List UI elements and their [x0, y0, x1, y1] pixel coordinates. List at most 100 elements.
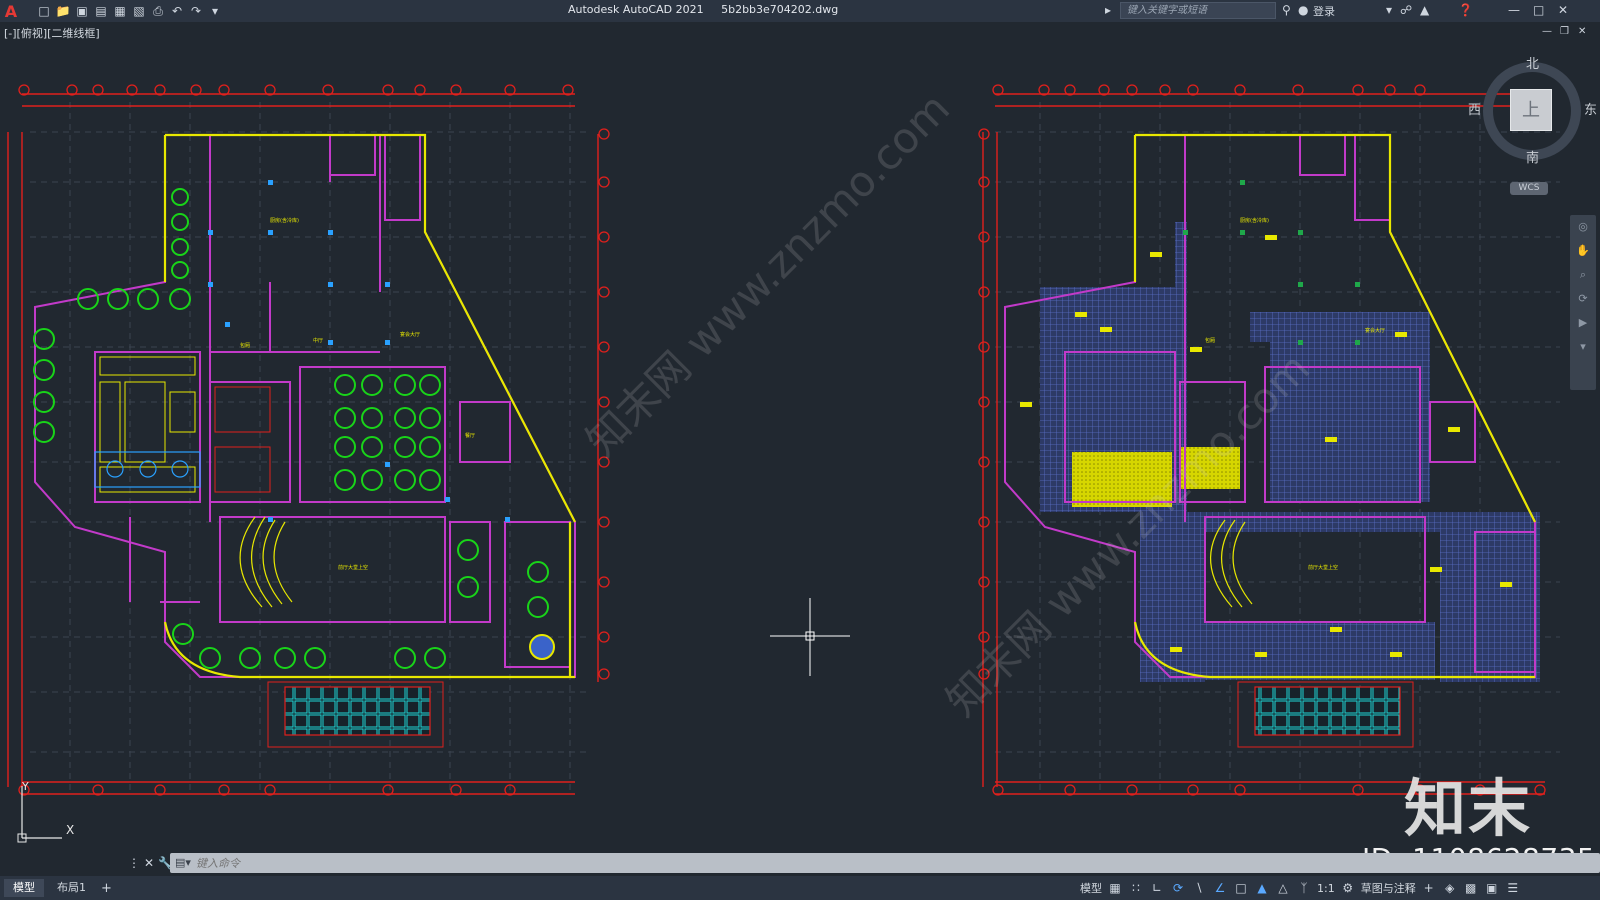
print-icon[interactable]: ⎙ [150, 3, 166, 19]
ucs-x-label: X [66, 823, 74, 837]
user-icon[interactable]: ● [1298, 3, 1308, 17]
isolate-objects-icon[interactable]: ◈ [1442, 880, 1458, 896]
add-layout-icon[interactable]: + [101, 881, 112, 896]
left-canopy-grid [284, 686, 431, 736]
status-bar: 模型 布局1 + 模型 ▦ ∷ ∟ ⟳ ∖ ∠ □ ▲ △ ᛉ 1:1 ⚙ 草图… [0, 876, 1600, 900]
plot-preview-icon[interactable]: ▦ [112, 3, 128, 19]
cart-icon[interactable]: ☍ [1400, 3, 1412, 17]
orbit-icon[interactable]: ⟳ [1570, 287, 1596, 311]
file-name: 5b2bb3e704202.dwg [721, 3, 839, 16]
crosshair-cursor [770, 598, 850, 676]
doc-minimize-icon[interactable]: — [1542, 26, 1552, 37]
left-large-round-table [529, 634, 555, 660]
compass-east[interactable]: 东 [1584, 99, 1597, 118]
a360-icon[interactable]: ▲ [1420, 3, 1429, 17]
search-icon[interactable]: ⚲ [1282, 3, 1291, 17]
right-label-lobby: 前厅大堂上空 [1308, 564, 1338, 571]
clean-screen-icon[interactable]: ▣ [1484, 880, 1500, 896]
help-search-input[interactable]: 键入关键字或短语 [1120, 2, 1276, 19]
help-icon[interactable]: ❓ [1458, 3, 1473, 17]
tab-layout1[interactable]: 布局1 [48, 879, 95, 897]
add-icon[interactable]: + [1421, 880, 1437, 896]
customization-menu-icon[interactable]: ☰ [1505, 880, 1521, 896]
polar-tracking-icon[interactable]: ⟳ [1170, 880, 1186, 896]
save-icon[interactable]: ▣ [74, 3, 90, 19]
compass-south[interactable]: 南 [1526, 147, 1539, 166]
object-snap-tracking-icon[interactable]: ∠ [1212, 880, 1228, 896]
doc-close-icon[interactable]: ✕ [1578, 26, 1586, 37]
command-line-icons: ⋮ ✕ 🔧 [124, 856, 173, 870]
left-label-kitchen: 厨房(含冷库) [270, 217, 299, 224]
zoom-icon[interactable]: ⌕ [1570, 263, 1596, 287]
workspace-gear-icon[interactable]: ⚙ [1340, 880, 1356, 896]
auto-scale-icon[interactable]: △ [1275, 880, 1291, 896]
infer-constraints-icon[interactable]: ∟ [1149, 880, 1165, 896]
command-close-icon[interactable]: ✕ [144, 856, 154, 870]
annotation-scale-value[interactable]: 1:1 [1317, 882, 1335, 895]
right-label-banquet: 宴会大厅 [1365, 327, 1385, 334]
doc-restore-icon[interactable]: ❐ [1560, 26, 1569, 37]
left-label-hall: 中厅 [313, 337, 323, 344]
right-grand-stair [1209, 519, 1253, 608]
publish-icon[interactable]: ▧ [131, 3, 147, 19]
autocad-window: A □ 📁 ▣ ▤ ▦ ▧ ⎙ ↶ ↷ ▾ Autodesk AutoCAD 2… [0, 0, 1600, 900]
command-history-icon[interactable]: ▤▾ [170, 853, 196, 873]
maximize-icon[interactable]: □ [1533, 3, 1544, 17]
ucs-icon: Y X [17, 780, 74, 843]
isodraft-icon[interactable]: ∖ [1191, 880, 1207, 896]
command-input[interactable] [196, 856, 1296, 870]
new-icon[interactable]: □ [36, 3, 52, 19]
nav-menu-icon[interactable]: ▾ [1570, 335, 1596, 359]
annotation-scale-icon[interactable]: ᛉ [1296, 880, 1312, 896]
left-kitchen-equipment [94, 451, 201, 488]
close-icon[interactable]: ✕ [1558, 3, 1568, 17]
window-title: Autodesk AutoCAD 2021 5b2bb3e704202.dwg [568, 3, 852, 16]
quick-access-toolbar: □ 📁 ▣ ▤ ▦ ▧ ⎙ ↶ ↷ ▾ [36, 3, 223, 19]
object-snap-icon[interactable]: □ [1233, 880, 1249, 896]
left-label-banquet: 宴会大厅 [400, 331, 420, 338]
compass-north[interactable]: 北 [1526, 53, 1539, 72]
command-box: ▤▾ [170, 853, 1600, 873]
left-walls [34, 134, 576, 678]
minimize-icon[interactable]: — [1508, 3, 1520, 17]
wcs-menu[interactable]: WCS [1510, 182, 1548, 195]
drawing-canvas[interactable]: 厨房(含冷库) 宴会大厅 中厅 前厅大堂上空 包厢 餐厅 厨房(含冷库) 宴会大… [0, 42, 1600, 850]
login-button[interactable]: 登录 [1313, 3, 1335, 19]
model-space-button[interactable]: 模型 [1080, 880, 1102, 896]
grid-icon[interactable]: ▦ [1107, 880, 1123, 896]
app-logo-icon[interactable]: A [0, 0, 22, 22]
navigation-bar: ◎ ✋ ⌕ ⟳ ▶ ▾ [1570, 215, 1596, 390]
viewcube[interactable]: 上 北 南 东 西 [1468, 53, 1600, 166]
tab-model[interactable]: 模型 [4, 879, 44, 897]
login-dropdown-icon[interactable]: ▾ [1386, 3, 1392, 17]
document-bar: [-][俯视][二维线框] — ❐ ✕ [0, 22, 1600, 42]
showmotion-icon[interactable]: ▶ [1570, 311, 1596, 335]
customize-icon[interactable]: ▾ [207, 3, 223, 19]
right-label-private-room: 包厢 [1205, 337, 1215, 344]
right-label-kitchen: 厨房(含冷库) [1240, 217, 1269, 224]
open-icon[interactable]: 📁 [55, 3, 71, 19]
redo-icon[interactable]: ↷ [188, 3, 204, 19]
ucs-y-label: Y [21, 780, 29, 793]
grip-icon[interactable]: ⋮ [128, 856, 140, 870]
left-label-private-room: 包厢 [240, 342, 250, 349]
hardware-acceleration-icon[interactable]: ▩ [1463, 880, 1479, 896]
left-label-lobby: 前厅大堂上空 [338, 564, 368, 571]
right-canopy-grid [1254, 686, 1401, 736]
search-expand-icon[interactable]: ▸ [1105, 3, 1111, 17]
pan-icon[interactable]: ✋ [1570, 239, 1596, 263]
undo-icon[interactable]: ↶ [169, 3, 185, 19]
compass-west[interactable]: 西 [1468, 99, 1481, 118]
save-as-icon[interactable]: ▤ [93, 3, 109, 19]
app-title: Autodesk AutoCAD 2021 [568, 3, 704, 16]
left-floor-plan[interactable]: 厨房(含冷库) 宴会大厅 中厅 前厅大堂上空 包厢 餐厅 [7, 84, 610, 796]
workspace-switch[interactable]: 草图与注释 [1361, 880, 1416, 896]
title-bar: A □ 📁 ▣ ▤ ▦ ▧ ⎙ ↶ ↷ ▾ Autodesk AutoCAD 2… [0, 0, 1600, 22]
viewcube-top-face[interactable]: 上 [1510, 89, 1552, 131]
annotation-visibility-icon[interactable]: ▲ [1254, 880, 1270, 896]
left-toilets [214, 386, 271, 493]
viewport-controls[interactable]: [-][俯视][二维线框] [4, 25, 100, 41]
steering-wheel-icon[interactable]: ◎ [1570, 215, 1596, 239]
right-floor-plan[interactable]: 厨房(含冷库) 宴会大厅 前厅大堂上空 包厢 [978, 84, 1560, 796]
snap-icon[interactable]: ∷ [1128, 880, 1144, 896]
